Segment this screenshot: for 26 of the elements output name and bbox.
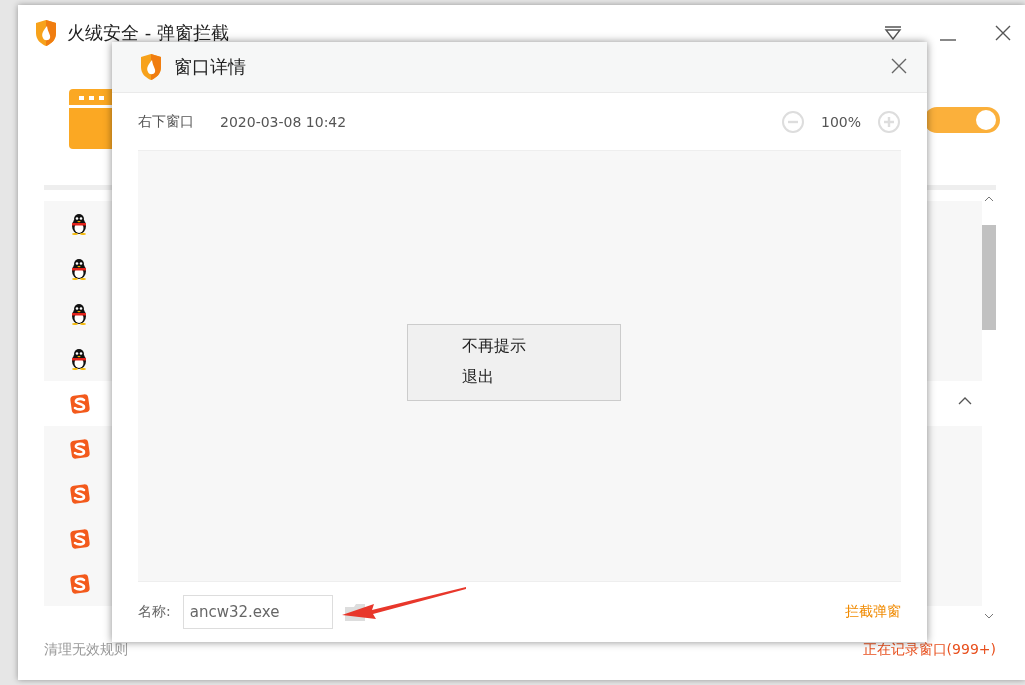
penguin-icon (69, 302, 89, 325)
scrollbar-thumb[interactable] (982, 225, 996, 330)
recording-status: 正在记录窗口(999+) (862, 641, 996, 659)
penguin-icon (69, 347, 89, 370)
timestamp: 2020-03-08 10:42 (220, 113, 347, 130)
zoom-level: 100% (820, 113, 861, 130)
window-position: 右下窗口 (138, 112, 194, 131)
chevron-icon[interactable] (958, 396, 972, 406)
s-logo-icon (69, 392, 91, 415)
penguin-icon (69, 212, 89, 235)
dialog-title: 窗口详情 (174, 55, 247, 79)
name-field[interactable]: ancw32.exe (182, 595, 333, 629)
block-popup-link[interactable]: 拦截弹窗 (845, 603, 901, 621)
clean-rules-link[interactable]: 清理无效规则 (44, 641, 128, 659)
s-logo-icon (69, 437, 91, 460)
name-label: 名称: (138, 603, 171, 621)
flame-shield-icon (140, 53, 162, 81)
s-logo-icon (69, 572, 91, 595)
s-logo-icon (69, 527, 91, 550)
scroll-up-icon[interactable] (984, 195, 994, 203)
toggle-switch[interactable] (924, 107, 1000, 133)
penguin-icon (69, 257, 89, 280)
window-title: 火绒安全 - 弹窗拦截 (67, 20, 230, 45)
scroll-down-icon[interactable] (984, 612, 994, 620)
s-logo-icon (69, 482, 91, 505)
flame-shield-icon (35, 18, 57, 47)
